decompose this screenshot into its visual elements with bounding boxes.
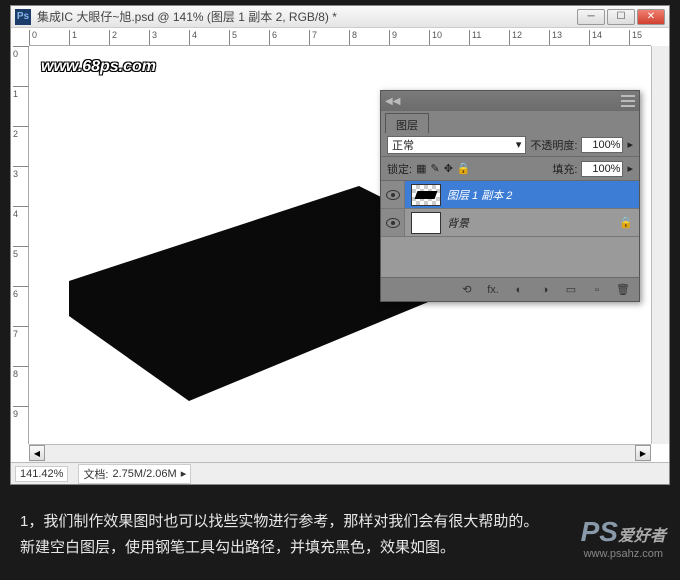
lock-icons: ▦ ✎ ✥ 🔒 [416,162,471,175]
logo-badge: PS爱好者 [581,516,666,548]
visibility-toggle[interactable] [381,209,405,236]
window-title: 集成IC 大眼仔~旭.psd @ 141% (图层 1 副本 2, RGB/8)… [37,8,577,25]
lock-fill-row: 锁定: ▦ ✎ ✥ 🔒 填充: 100% ▸ [381,157,639,181]
lock-position-icon[interactable]: ✥ [444,162,453,175]
opacity-input[interactable]: 100% [581,137,623,153]
logo-url: www.psahz.com [581,548,666,560]
tab-layers[interactable]: 图层 [385,113,429,133]
lock-transparency-icon[interactable]: ▦ [416,162,426,175]
blend-mode-select[interactable]: 正常 ▾ [387,136,526,154]
site-logo: PS爱好者 www.psahz.com [581,516,666,560]
vertical-scrollbar[interactable] [651,46,669,444]
scroll-left-icon[interactable]: ◀ [29,445,45,461]
layer-row[interactable]: 背景 🔒 [381,209,639,237]
app-icon: Ps [15,9,31,25]
doc-size: 2.75M/2.06M [113,468,177,480]
lock-icon: 🔒 [619,216,633,229]
fx-icon[interactable]: fx. [485,282,501,298]
lock-label: 锁定: [387,161,412,177]
horizontal-ruler: 0123456789101112131415 [29,28,651,46]
doc-label: 文档: [83,466,108,482]
panel-menu-icon[interactable] [621,95,635,107]
fill-label: 填充: [552,161,577,177]
fill-chevron-icon[interactable]: ▸ [627,162,633,175]
mask-icon[interactable]: ◐ [511,282,527,298]
minimize-button[interactable]: ─ [577,9,605,25]
layer-thumbnail[interactable] [411,212,441,234]
trash-icon[interactable]: 🗑 [615,282,631,298]
doc-size-field: 文档: 2.75M/2.06M ▸ [78,464,191,484]
layer-thumbnail[interactable] [411,184,441,206]
fill-input[interactable]: 100% [581,161,623,177]
panel-tabs: 图层 [381,111,639,133]
panel-header[interactable]: ◀◀ [381,91,639,111]
visibility-toggle[interactable] [381,181,405,208]
new-layer-icon[interactable]: ▫ [589,282,605,298]
panel-footer: ⟲ fx. ◐ ◑ ▭ ▫ 🗑 [381,277,639,301]
layer-name[interactable]: 图层 1 副本 2 [447,187,512,203]
window-controls: ─ ☐ ✕ [577,9,665,25]
vertical-ruler: 0123456789 [11,46,29,444]
horizontal-scrollbar[interactable]: ◀ ▶ [29,444,651,462]
chevron-down-icon: ▾ [516,138,522,151]
eye-icon [386,190,400,200]
caption-line-1: 1，我们制作效果图时也可以找些实物进行参考，那样对我们会有很大帮助的。 [20,509,560,535]
layer-row[interactable]: 图层 1 副本 2 [381,181,639,209]
opacity-label: 不透明度: [530,137,577,153]
layer-list: 图层 1 副本 2 背景 🔒 [381,181,639,277]
layer-name[interactable]: 背景 [447,215,469,231]
tutorial-caption: 1，我们制作效果图时也可以找些实物进行参考，那样对我们会有很大帮助的。 新建空白… [20,509,560,560]
blend-mode-value: 正常 [392,137,414,153]
watermark-text: www.68ps.com [41,58,156,76]
titlebar[interactable]: Ps 集成IC 大眼仔~旭.psd @ 141% (图层 1 副本 2, RGB… [11,6,669,28]
close-button[interactable]: ✕ [637,9,665,25]
statusbar: 141.42% 文档: 2.75M/2.06M ▸ [11,462,669,484]
opacity-chevron-icon[interactable]: ▸ [627,138,633,151]
layers-panel[interactable]: ◀◀ 图层 正常 ▾ 不透明度: 100% ▸ 锁定: ▦ ✎ ✥ 🔒 填充: … [380,90,640,302]
group-icon[interactable]: ▭ [563,282,579,298]
lock-all-icon[interactable]: 🔒 [457,162,471,175]
chevron-right-icon[interactable]: ▸ [181,467,187,480]
caption-line-2: 新建空白图层，使用钢笔工具勾出路径，并填充黑色，效果如图。 [20,535,560,561]
eye-icon [386,218,400,228]
layer-list-empty [381,237,639,277]
link-layers-icon[interactable]: ⟲ [459,282,475,298]
collapse-icon[interactable]: ◀◀ [385,96,400,107]
adjustment-icon[interactable]: ◑ [537,282,553,298]
maximize-button[interactable]: ☐ [607,9,635,25]
blend-opacity-row: 正常 ▾ 不透明度: 100% ▸ [381,133,639,157]
zoom-field[interactable]: 141.42% [15,466,68,482]
scroll-right-icon[interactable]: ▶ [635,445,651,461]
lock-pixels-icon[interactable]: ✎ [430,162,439,175]
